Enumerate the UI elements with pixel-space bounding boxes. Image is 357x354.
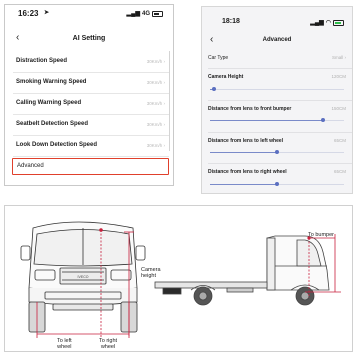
row-value: 30Km/h: [146, 122, 163, 127]
menu-row-seatbelt-detection-speed[interactable]: Seatbelt Detection Speed 30Km/h ›: [13, 114, 169, 136]
left-wheel-row: Distance from lens to left wheel 65CM: [208, 138, 346, 144]
slider-knob[interactable]: [275, 150, 279, 154]
to-bumper-caption: To bumper: [308, 232, 334, 238]
right-wheel-slider[interactable]: [210, 181, 344, 189]
location-icon: ➤: [44, 10, 50, 16]
menu-row-distraction-speed[interactable]: Distraction Speed 30Km/h ›: [13, 51, 169, 73]
divider: [208, 68, 352, 69]
signal-icon: ▂▄▆: [126, 11, 140, 17]
status-bar: 18:18 ▂▄▆ ◠: [202, 13, 352, 27]
page-title: Advanced: [262, 37, 292, 43]
status-bar: 16:23 ➤ ▂▄▆ 4G: [5, 5, 173, 19]
menu-row-calling-warning-speed[interactable]: Calling Warning Speed 30Km/h ›: [13, 93, 169, 115]
setting-value: 65CM: [333, 138, 346, 143]
network-type: 4G: [141, 10, 150, 17]
row-label: Seatbelt Detection Speed: [16, 121, 89, 127]
status-time: 16:23: [18, 9, 39, 18]
front-bumper-row: Distance from lens to front bumper 150CM: [208, 106, 346, 112]
camera-height-caption: Camera height: [141, 267, 161, 280]
setting-value: 65CM: [333, 169, 346, 174]
advanced-highlight-box: [12, 158, 169, 175]
camera-height-row: Camera Height 120CM: [208, 74, 346, 80]
chevron-right-icon: ›: [163, 80, 166, 85]
slider-knob[interactable]: [275, 182, 279, 186]
row-label: Look Down Detection Speed: [16, 142, 98, 148]
row-label: Calling Warning Speed: [16, 100, 82, 106]
camera-height-slider[interactable]: [210, 86, 344, 94]
battery-icon: [333, 19, 344, 26]
setting-label: Distance from lens to right wheel: [208, 169, 287, 175]
setting-label: Distance from lens to front bumper: [208, 106, 292, 112]
status-time: 18:18: [222, 18, 240, 25]
menu-row-look-down-detection-speed[interactable]: Look Down Detection Speed 30Km/h ›: [13, 135, 169, 157]
installation-diagram: IVECO Camera height To bumper To left wh…: [4, 205, 353, 352]
car-type-row[interactable]: Car Type Small ›: [208, 55, 346, 61]
battery-icon: [152, 10, 163, 17]
slider-knob[interactable]: [320, 118, 325, 122]
divider: [208, 100, 352, 101]
row-label: Smoking Warning Speed: [16, 79, 87, 85]
grille-brand-text: IVECO: [78, 275, 89, 279]
setting-value: 120CM: [331, 74, 346, 79]
slider-fill: [210, 184, 277, 185]
wifi-icon: ◠: [325, 20, 331, 26]
slider-fill: [210, 152, 277, 153]
chevron-right-icon: ›: [163, 101, 166, 106]
signal-icon: ▂▄▆: [310, 20, 324, 26]
advanced-screen: 18:18 ▂▄▆ ◠ ‹ Advanced Car Type Small › …: [201, 6, 353, 194]
nav-bar: ‹ AI Setting: [5, 31, 173, 47]
ai-setting-screen: 16:23 ➤ ▂▄▆ 4G ‹ AI Setting Distraction …: [4, 4, 174, 186]
camera-point-icon: [99, 228, 103, 232]
to-left-wheel-caption: To left wheel: [57, 338, 72, 351]
truck-diagram-svg: IVECO: [20, 221, 341, 338]
row-label: Distraction Speed: [16, 58, 68, 64]
setting-label: Camera Height: [208, 74, 244, 80]
right-wheel-row: Distance from lens to right wheel 65CM: [208, 169, 346, 175]
slider-fill: [210, 120, 323, 121]
chevron-right-icon: ›: [163, 122, 166, 127]
chevron-right-icon: ›: [163, 143, 166, 148]
chevron-right-icon: ›: [344, 55, 347, 60]
divider: [208, 163, 352, 164]
nav-bar: ‹ Advanced: [202, 33, 352, 49]
row-value: 30Km/h: [146, 59, 163, 64]
left-wheel-slider[interactable]: [210, 149, 344, 157]
front-bumper-slider[interactable]: [210, 117, 344, 125]
row-value: 30Km/h: [146, 143, 163, 148]
car-type-label: Car Type: [208, 55, 229, 61]
divider: [208, 132, 352, 133]
setting-value: 150CM: [331, 106, 346, 111]
setting-label: Distance from lens to left wheel: [208, 138, 284, 144]
slider-track: [210, 89, 344, 90]
truck-side-view: [154, 235, 330, 306]
to-right-wheel-caption: To right wheel: [99, 338, 118, 351]
chevron-right-icon: ›: [163, 59, 166, 64]
row-value: 30Km/h: [146, 80, 163, 85]
row-value: 30Km/h: [146, 101, 163, 106]
car-type-value: Small: [331, 55, 344, 60]
scrollbar[interactable]: [169, 51, 170, 151]
slider-knob[interactable]: [212, 87, 217, 91]
page-title: AI Setting: [72, 35, 106, 42]
menu-row-smoking-warning-speed[interactable]: Smoking Warning Speed 30Km/h ›: [13, 72, 169, 94]
